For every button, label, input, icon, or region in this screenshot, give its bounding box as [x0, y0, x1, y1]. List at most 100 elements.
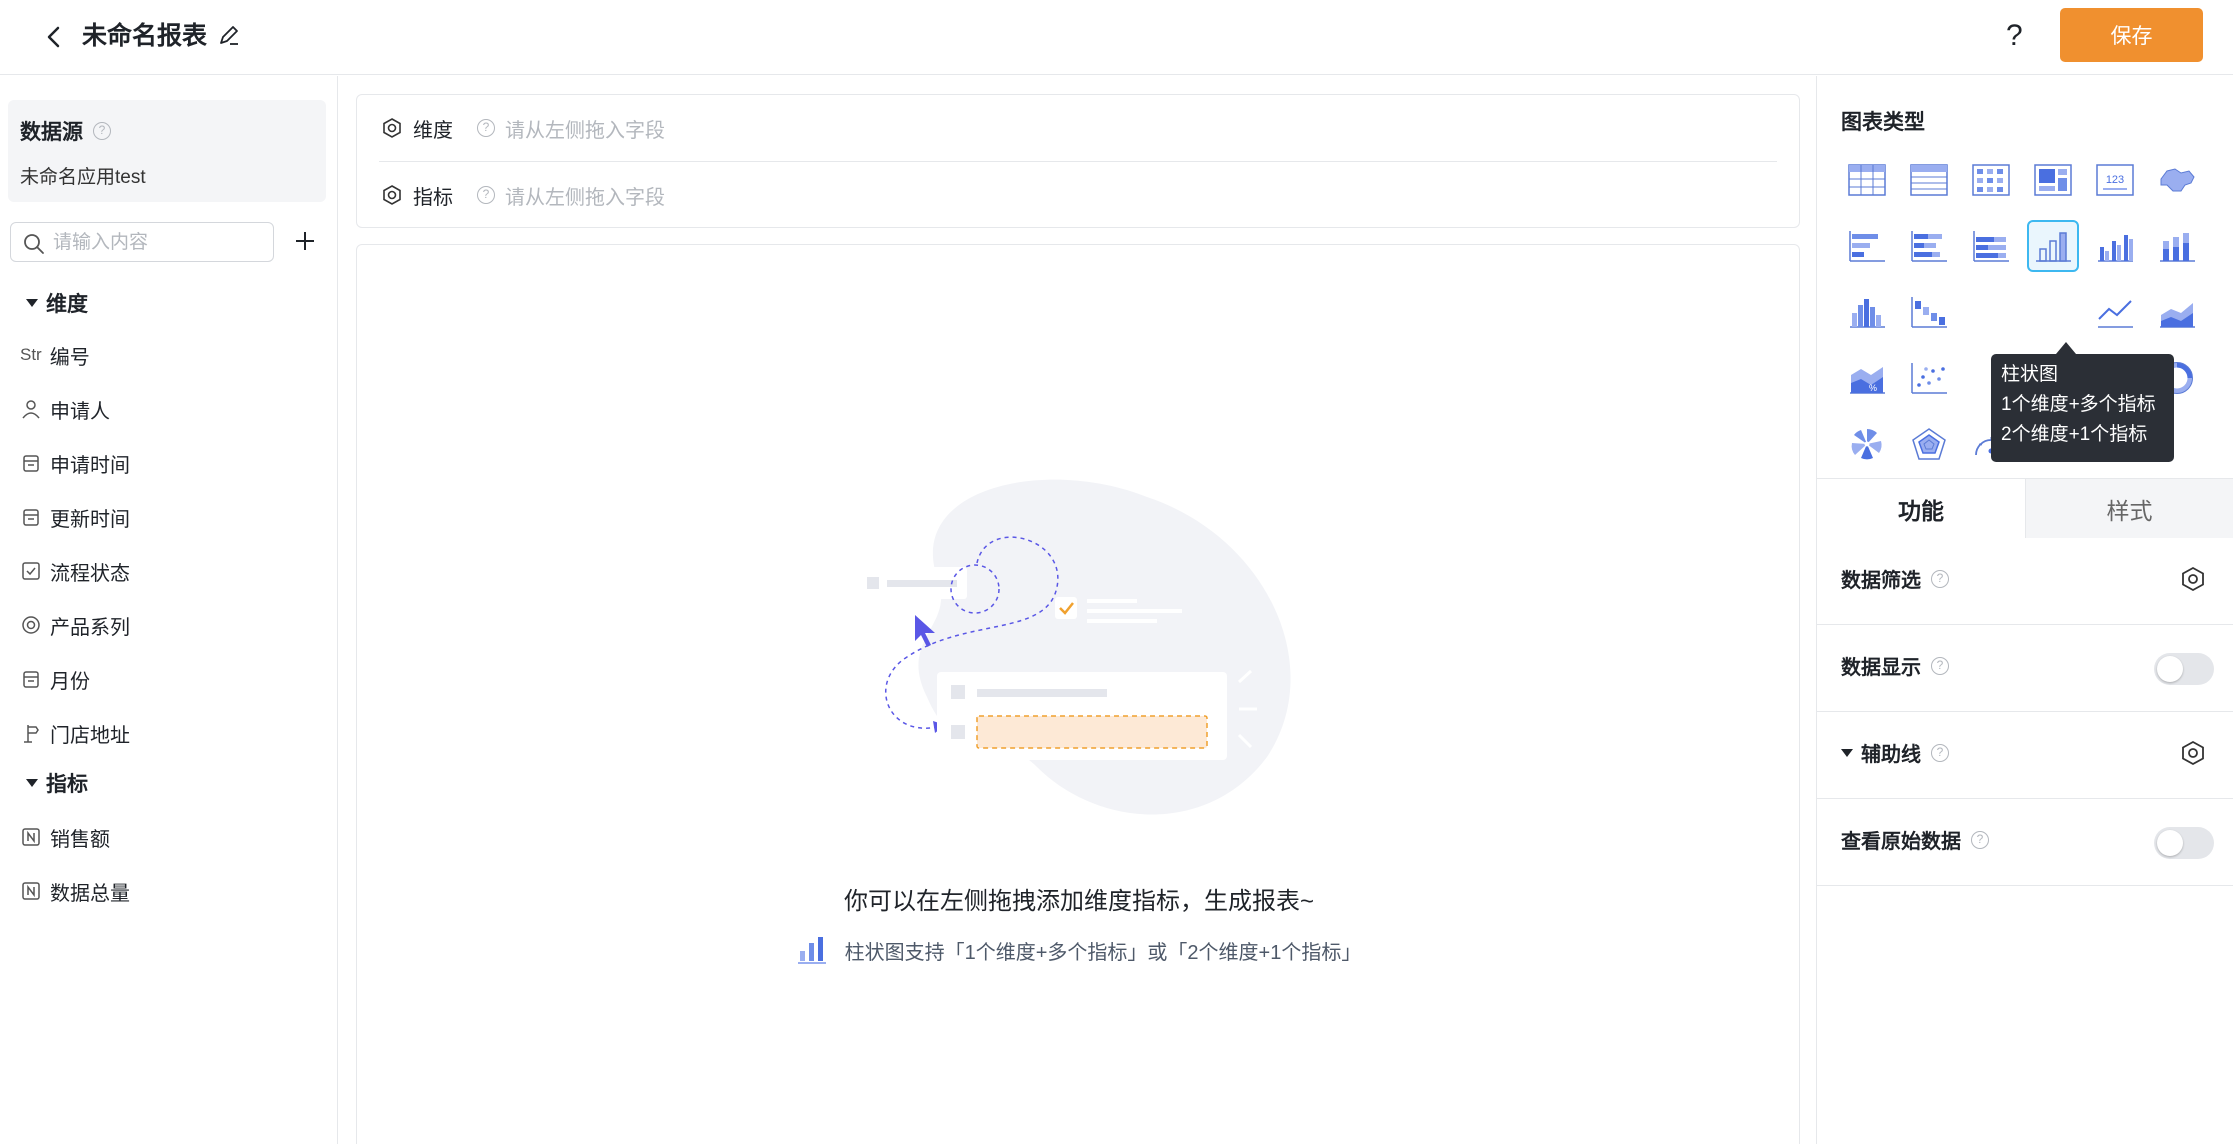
field-item-applicant[interactable]: 申请人	[20, 394, 110, 424]
chart-type-percent-area[interactable]: %	[1841, 352, 1893, 404]
rose-chart-icon	[1851, 429, 1882, 460]
field-label: 编号	[49, 346, 90, 369]
field-item-update-time[interactable]: 更新时间	[20, 502, 130, 532]
question-icon[interactable]: ?	[1971, 830, 1989, 849]
field-item-flow-status[interactable]: 流程状态	[20, 556, 130, 586]
datasource-card: 数据源? 未命名应用test	[8, 100, 326, 202]
number-chart-icon: 123	[2096, 164, 2134, 196]
multi-line-chart-icon	[2098, 300, 2133, 328]
datasource-title-text: 数据源	[20, 121, 83, 144]
question-icon[interactable]: ?	[1931, 656, 1949, 675]
question-icon[interactable]: ?	[93, 122, 111, 141]
caret-down-icon	[1841, 748, 1853, 757]
question-icon[interactable]: ?	[477, 186, 495, 204]
chart-type-histogram[interactable]	[1841, 286, 1893, 338]
chart-type-radar[interactable]	[1903, 418, 1955, 470]
tooltip-line: 1个维度+多个指标	[2001, 394, 2156, 415]
field-search	[10, 222, 274, 262]
field-drop-zone: 维度 ? 请从左侧拖入字段 指标 ? 请从左侧拖入字段	[356, 94, 1800, 228]
search-input[interactable]	[53, 229, 263, 257]
field-panel: 数据源? 未命名应用test 维度 Str 编号 申请人 申请时间 更新时间 流…	[0, 76, 338, 1144]
stacked-horizontal-bar-icon	[1911, 231, 1947, 262]
dimension-group-header[interactable]: 维度	[26, 288, 88, 318]
data-filter-label: 数据筛选?	[1841, 564, 1949, 593]
chart-type-area[interactable]	[2151, 286, 2203, 338]
help-icon[interactable]: ?	[2006, 18, 2023, 54]
option-label-text: 数据显示	[1841, 657, 1921, 679]
option-aux-line: 辅助线?	[1817, 712, 2233, 799]
percent-horizontal-bar-icon	[1973, 231, 2009, 262]
settings-gear-icon[interactable]	[381, 184, 403, 206]
field-item-apply-time[interactable]: 申请时间	[20, 448, 130, 478]
toggle-knob	[2157, 656, 2183, 682]
question-icon[interactable]: ?	[1931, 743, 1949, 762]
question-icon[interactable]: ?	[477, 119, 495, 137]
option-label-text: 辅助线	[1861, 744, 1921, 766]
chart-hint: 柱状图支持「1个维度+多个指标」或「2个维度+1个指标」	[357, 935, 1801, 965]
chart-hint-text: 柱状图支持「1个维度+多个指标」或「2个维度+1个指标」	[844, 941, 1362, 964]
dimension-group-label: 维度	[46, 293, 88, 316]
table-chart-icon	[1848, 164, 1886, 196]
settings-gear-icon[interactable]	[2180, 740, 2206, 766]
card-chart-icon	[2034, 164, 2072, 196]
chart-type-stacked-horizontal[interactable]	[1903, 220, 1955, 272]
number-icon	[22, 828, 40, 846]
report-title: 未命名报表	[82, 22, 208, 50]
field-label: 月份	[50, 670, 90, 693]
chart-type-stacked-column[interactable]	[2151, 220, 2203, 272]
waterfall-icon	[1911, 297, 1947, 328]
config-tabs: 功能 样式	[1817, 478, 2233, 538]
raw-data-label: 查看原始数据?	[1841, 825, 1989, 854]
chart-type-grouped-column[interactable]	[2089, 220, 2141, 272]
chart-type-number[interactable]: 123	[2089, 154, 2141, 206]
chart-type-card[interactable]	[2027, 154, 2079, 206]
chart-type-percent-horizontal[interactable]	[1965, 220, 2017, 272]
data-display-toggle[interactable]	[2154, 653, 2214, 685]
raw-data-toggle[interactable]	[2154, 827, 2214, 859]
question-icon[interactable]: ?	[1931, 569, 1949, 588]
chart-type-detail-table[interactable]	[1903, 154, 1955, 206]
search-icon	[24, 234, 44, 254]
field-item-store-address[interactable]: 门店地址	[20, 718, 130, 748]
field-item-id[interactable]: Str 编号	[20, 340, 90, 370]
caret-down-icon	[26, 779, 38, 787]
tab-function[interactable]: 功能	[1817, 479, 2025, 538]
datasource-name[interactable]: 未命名应用test	[20, 162, 146, 189]
chart-type-rose[interactable]	[1841, 418, 1893, 470]
dimension-drop-label: 维度	[413, 119, 453, 142]
tab-style[interactable]: 样式	[2025, 479, 2233, 538]
chart-type-scatter[interactable]	[1903, 352, 1955, 404]
string-type-icon: Str	[20, 345, 42, 364]
back-arrow-icon[interactable]	[40, 20, 70, 54]
field-item-product-series[interactable]: 产品系列	[20, 610, 130, 640]
horizontal-bar-icon	[1849, 231, 1885, 262]
settings-gear-icon[interactable]	[381, 117, 403, 139]
bar-chart-icon	[797, 937, 826, 964]
field-item-data-total[interactable]: 数据总量	[20, 876, 130, 906]
tooltip-line: 2个维度+1个指标	[2001, 424, 2148, 445]
measure-group-header[interactable]: 指标	[26, 768, 88, 798]
measure-drop-row[interactable]: 指标 ? 请从左侧拖入字段	[381, 175, 665, 215]
aux-line-label[interactable]: 辅助线?	[1841, 738, 1949, 767]
location-icon	[24, 725, 39, 743]
add-field-icon[interactable]	[292, 228, 318, 254]
option-label-text: 查看原始数据	[1841, 831, 1961, 853]
edit-pencil-icon[interactable]	[216, 22, 242, 50]
empty-state-message: 你可以在左侧拖拽添加维度指标，生成报表~	[843, 888, 1314, 915]
chart-type-bar-horizontal[interactable]	[1841, 220, 1893, 272]
chart-type-map[interactable]	[2151, 154, 2203, 206]
chart-type-pivot-table[interactable]	[1965, 154, 2017, 206]
dimension-drop-row[interactable]: 维度 ? 请从左侧拖入字段	[381, 108, 665, 148]
chart-type-line-multi[interactable]	[2089, 286, 2141, 338]
settings-gear-icon[interactable]	[2180, 566, 2206, 592]
chart-type-waterfall[interactable]	[1903, 286, 1955, 338]
scatter-chart-icon	[1911, 363, 1947, 394]
chart-type-column[interactable]	[2027, 220, 2079, 272]
chart-type-table[interactable]	[1841, 154, 1893, 206]
radar-chart-icon	[1912, 428, 1946, 460]
save-button[interactable]: 保存	[2060, 8, 2203, 62]
histogram-icon	[1850, 299, 1885, 328]
field-item-month[interactable]: 月份	[20, 664, 90, 694]
field-item-sales[interactable]: 销售额	[20, 822, 110, 852]
svg-text:123: 123	[2106, 174, 2124, 186]
